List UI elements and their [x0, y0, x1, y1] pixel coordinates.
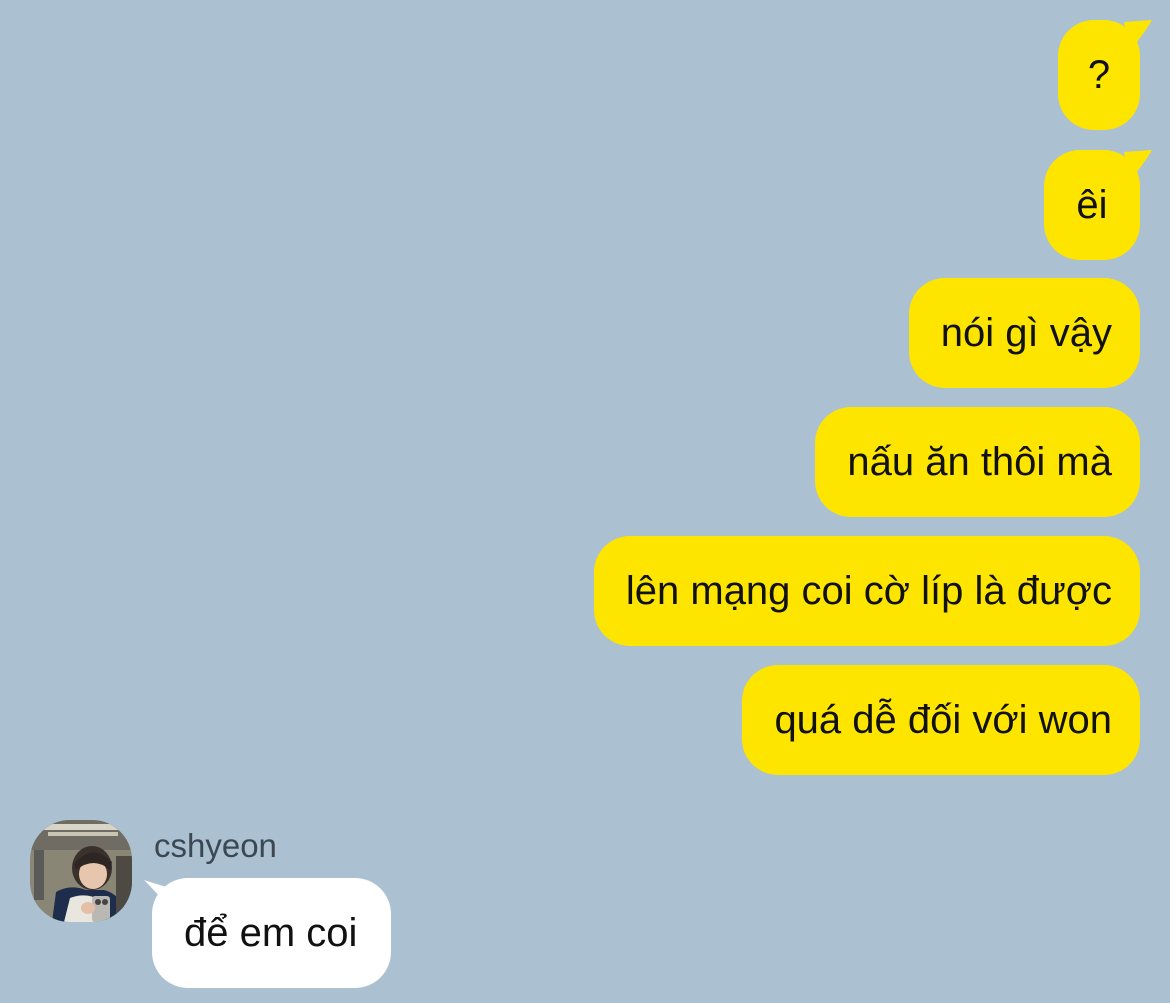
message-text: êi [1076, 183, 1108, 227]
outgoing-message[interactable]: nấu ăn thôi mà [815, 407, 1140, 517]
avatar[interactable] [30, 820, 132, 922]
outgoing-message[interactable]: êi [1044, 150, 1140, 260]
profile-photo-avatar-icon [30, 820, 132, 922]
incoming-message[interactable]: để em coi [152, 878, 392, 988]
outgoing-message[interactable]: quá dễ đối với won [742, 665, 1140, 775]
message-text: lên mạng coi cờ líp là được [625, 569, 1112, 613]
message-text: quá dễ đối với won [774, 698, 1112, 742]
message-text: ? [1087, 53, 1111, 97]
outgoing-message[interactable]: ? [1058, 20, 1140, 130]
message-text: nấu ăn thôi mà [847, 440, 1112, 484]
message-text: nói gì vậy [940, 311, 1112, 355]
sender-name: cshyeon [154, 827, 277, 864]
message-text: để em coi [184, 911, 358, 955]
outgoing-message[interactable]: nói gì vậy [908, 278, 1140, 388]
outgoing-message[interactable]: lên mạng coi cờ líp là được [593, 536, 1140, 646]
chat-window: ? êi nói gì vậy nấu ăn thôi mà lên mạng … [0, 0, 1170, 1003]
